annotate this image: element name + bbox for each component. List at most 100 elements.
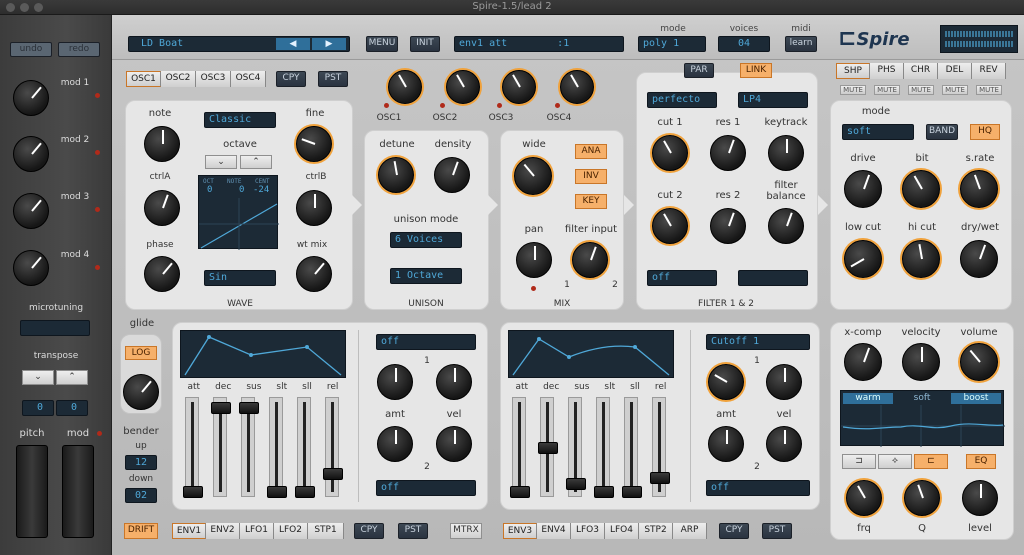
res1-knob[interactable] [710,135,746,171]
detune-knob[interactable] [378,157,414,193]
voice-mode-display[interactable]: poly 1 [638,36,706,52]
preset-next-button[interactable]: ▶ [312,38,346,50]
tab-env3[interactable]: ENV3 [503,523,537,539]
osc-copy-button[interactable]: CPY [276,71,306,87]
env3-vel2-knob[interactable] [766,426,802,462]
x-comp-knob[interactable] [844,343,882,381]
env1-amt2-knob[interactable] [377,426,413,462]
env3-sus-fader[interactable] [566,397,586,497]
unison-octave-display[interactable]: 1 Octave [390,268,462,284]
tab-osc1[interactable]: OSC1 [126,71,161,87]
eq-q-knob[interactable] [904,480,940,516]
eq-lowshelf-button[interactable]: ⊐ [842,454,876,469]
midi-learn-button[interactable]: learn [785,36,817,52]
voices-display[interactable]: 04 [718,36,770,52]
env3-sll-fader[interactable] [622,397,642,498]
env1-vel1-knob[interactable] [436,364,472,400]
link-button[interactable]: LINK [740,63,772,78]
mod-left-copy-button[interactable]: CPY [354,523,384,539]
init-button[interactable]: INIT [410,36,440,52]
tab-env2[interactable]: ENV2 [206,523,240,539]
transpose-semitone-value[interactable]: 0 [56,400,88,416]
par-button[interactable]: PAR [684,63,714,78]
density-knob[interactable] [434,157,470,193]
mod-right-paste-button[interactable]: PST [762,523,792,539]
ana-button[interactable]: ANA [575,144,607,159]
low-cut-knob[interactable] [844,240,882,278]
env1-dest2-display[interactable]: off [376,480,476,496]
velocity-knob[interactable] [902,343,940,381]
osc2-level-knob[interactable] [446,70,480,104]
cut2-knob[interactable] [652,208,688,244]
osc4-level-knob[interactable] [560,70,594,104]
mod-left-paste-button[interactable]: PST [398,523,428,539]
fine-knob[interactable] [296,126,332,162]
env1-vel2-knob[interactable] [436,426,472,462]
ctrlb-knob[interactable] [296,190,332,226]
keytrack-knob[interactable] [768,135,804,171]
key-button[interactable]: KEY [575,194,607,209]
octave-down-button[interactable]: ⌄ [205,155,237,169]
tab-osc2[interactable]: OSC2 [161,71,196,87]
tab-phs[interactable]: PHS [870,63,904,79]
eq-frq-knob[interactable] [846,480,882,516]
tab-lfo2[interactable]: LFO2 [274,523,308,539]
osc3-level-knob[interactable] [502,70,536,104]
eq-level-knob[interactable] [962,480,998,516]
eq-boost-button[interactable]: boost [951,393,1001,404]
volume-knob[interactable] [960,343,998,381]
mute-chr-button[interactable]: MUTE [908,85,934,95]
log-button[interactable]: LOG [125,346,157,360]
hi-cut-knob[interactable] [902,240,940,278]
filter1-type-display[interactable]: perfecto [647,92,717,108]
tab-stp1[interactable]: STP1 [308,523,344,539]
hq-button[interactable]: HQ [970,124,1000,140]
pitch-wheel[interactable] [16,445,48,538]
wave-type-display[interactable]: Classic [204,112,276,128]
tab-osc3[interactable]: OSC3 [196,71,231,87]
tab-del[interactable]: DEL [938,63,972,79]
wtmix-knob[interactable] [296,256,332,292]
bender-down-value[interactable]: 02 [125,488,157,503]
tab-arp[interactable]: ARP [673,523,707,539]
res2-knob[interactable] [710,208,746,244]
env1-rel-fader[interactable] [323,397,343,497]
filter2-type-display[interactable]: LP4 [738,92,808,108]
transpose-up-button[interactable]: ⌃ [56,370,88,385]
env1-sus-fader[interactable] [239,397,259,497]
env1-dec-fader[interactable] [211,397,231,497]
phase-knob[interactable] [144,256,180,292]
unison-voices-display[interactable]: 6 Voices [390,232,462,248]
matrix-button[interactable]: MTRX [450,523,482,539]
env1-amt1-knob[interactable] [377,364,413,400]
dry-wet-knob[interactable] [960,240,998,278]
osc-paste-button[interactable]: PST [318,71,348,87]
env3-amt1-knob[interactable] [708,364,744,400]
bit-knob[interactable] [902,170,940,208]
mod-right-copy-button[interactable]: CPY [719,523,749,539]
param-name-display[interactable]: env1 att:1 [454,36,624,52]
env1-att-fader[interactable] [183,397,203,498]
undo-button[interactable]: undo [10,42,52,57]
eq-soft-button[interactable]: soft [897,393,947,404]
tab-osc4[interactable]: OSC4 [231,71,266,87]
transpose-down-button[interactable]: ⌄ [22,370,54,385]
tab-env1[interactable]: ENV1 [172,523,206,539]
filter1-mode-display[interactable]: off [647,270,717,286]
mute-rev-button[interactable]: MUTE [976,85,1002,95]
preset-prev-button[interactable]: ◀ [276,38,310,50]
mute-del-button[interactable]: MUTE [942,85,968,95]
ctrla-knob[interactable] [144,190,180,226]
env1-slt-fader[interactable] [267,397,287,498]
filter-input-knob[interactable] [572,242,608,278]
tab-stp2[interactable]: STP2 [639,523,673,539]
note-knob[interactable] [144,126,180,162]
pan-knob[interactable] [516,242,552,278]
mod-wheel[interactable] [62,445,94,538]
filter2-mode-display[interactable] [738,270,808,286]
osc1-level-knob[interactable] [388,70,422,104]
cut1-knob[interactable] [652,135,688,171]
mute-phs-button[interactable]: MUTE [874,85,900,95]
wave-select-display[interactable]: Sin [204,270,276,286]
eq-highshelf-button[interactable]: ⊏ [914,454,948,469]
